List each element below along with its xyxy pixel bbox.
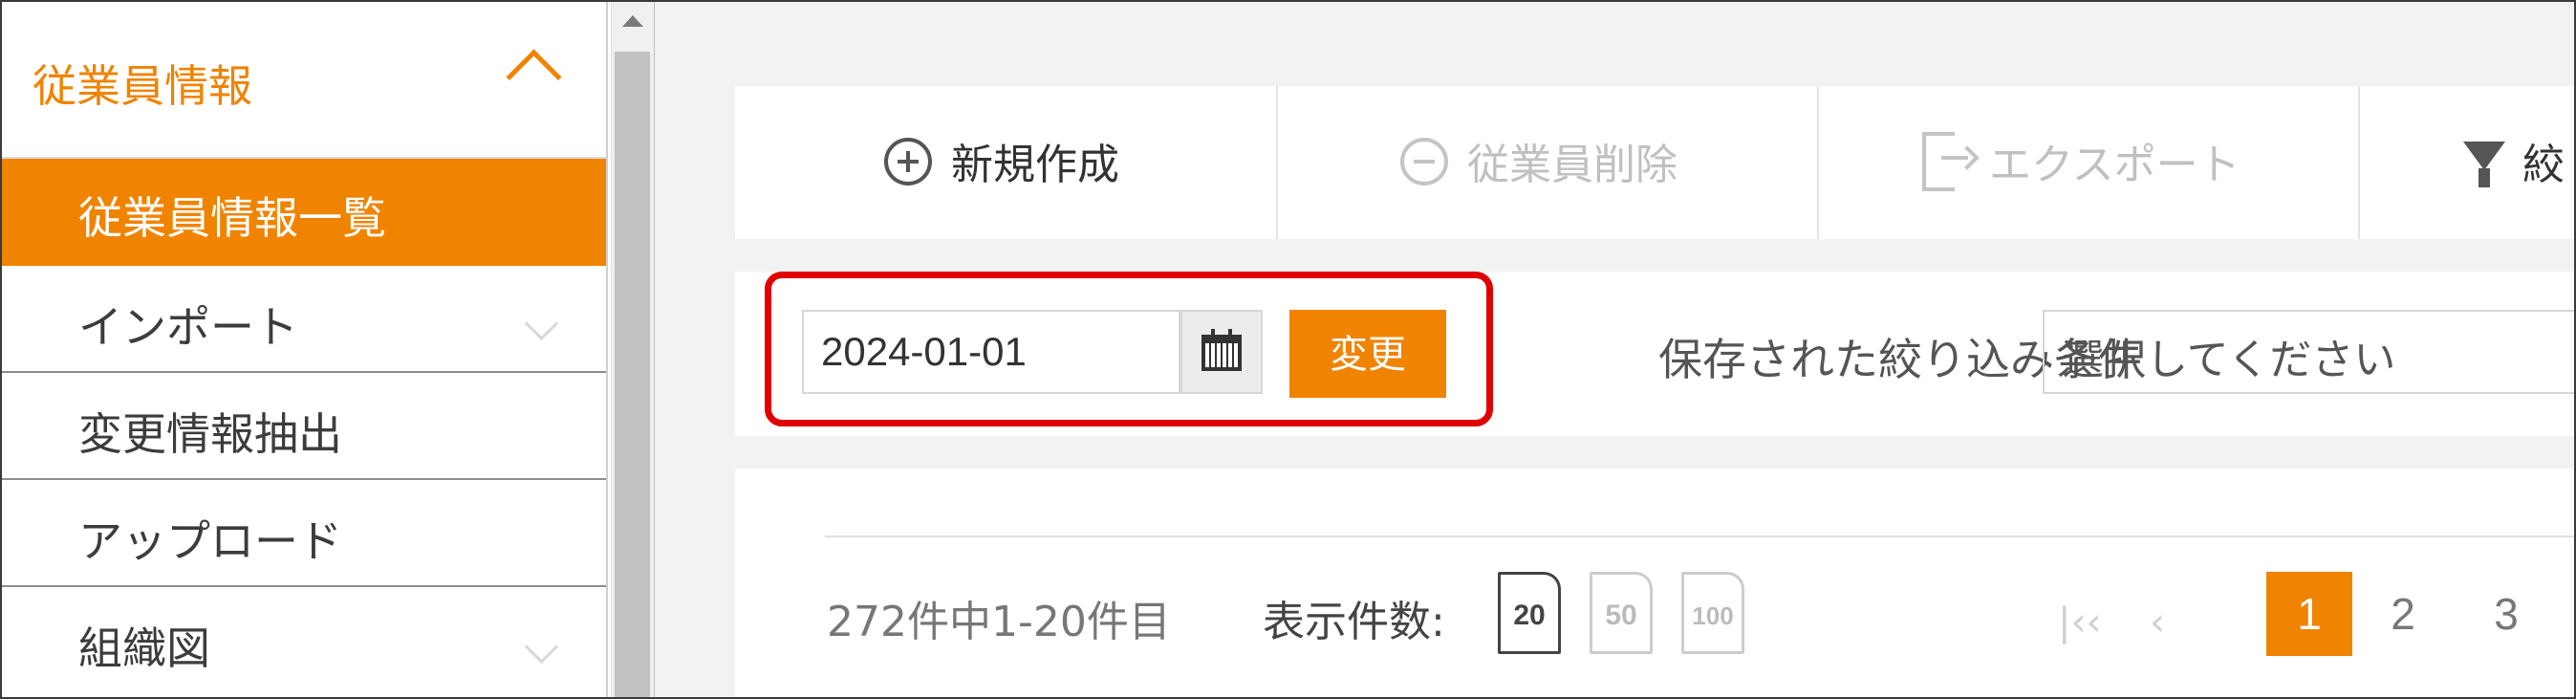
list-panel: 272件中1-20件目 表示件数: 20 50 100 |‹‹ ‹ 1 2 3 <box>735 469 2574 697</box>
chevron-down-icon <box>524 306 559 341</box>
plus-circle-icon <box>884 138 932 186</box>
chevron-down-icon <box>524 629 559 665</box>
divider <box>825 535 2574 537</box>
export-button-label: エクスポート <box>1989 141 2240 189</box>
filter-button-label: 絞 <box>2522 141 2565 189</box>
sidebar-item-org-chart[interactable]: 組織図 <box>2 587 606 692</box>
app-frame: 従業員情報 従業員情報一覧 インポート 変更情報抽出 アップロード 組織図 新規… <box>0 0 2576 699</box>
page-3-button[interactable]: 3 <box>2463 572 2549 656</box>
sidebar-item-label: 従業員情報一覧 <box>78 192 386 244</box>
scroll-up-arrow-icon[interactable] <box>622 15 643 27</box>
sidebar-item-import[interactable]: インポート <box>2 266 606 373</box>
saved-filter-select[interactable]: 選択してください <box>2043 310 2574 394</box>
sidebar-section-employee-info[interactable]: 従業員情報 <box>2 2 606 159</box>
per-page-50-button[interactable]: 50 <box>1590 572 1653 654</box>
toolbar: 新規作成 従業員削除 エクスポート 絞 <box>735 86 2574 239</box>
delete-employee-button-label: 従業員削除 <box>1467 141 1678 189</box>
sidebar: 従業員情報 従業員情報一覧 インポート 変更情報抽出 アップロード 組織図 <box>2 2 608 697</box>
per-page-20-button[interactable]: 20 <box>1498 572 1561 654</box>
sidebar-item-label: 組織図 <box>78 623 210 674</box>
sidebar-item-change-extract[interactable]: 変更情報抽出 <box>2 373 606 480</box>
sidebar-item-label: アップロード <box>78 515 342 567</box>
filter-funnel-icon <box>2463 142 2505 187</box>
sidebar-section-label: 従業員情報 <box>32 60 252 112</box>
sidebar-item-label: インポート <box>78 301 298 353</box>
scroll-thumb[interactable] <box>615 52 650 697</box>
new-button[interactable]: 新規作成 <box>735 86 1278 239</box>
sidebar-item-employee-list[interactable]: 従業員情報一覧 <box>2 159 606 266</box>
prev-page-icon[interactable]: ‹ <box>2150 601 2165 644</box>
page-2-button[interactable]: 2 <box>2360 572 2446 656</box>
delete-employee-button[interactable]: 従業員削除 <box>1276 86 1819 239</box>
first-page-icon[interactable]: |‹‹ <box>2058 601 2101 644</box>
export-icon <box>1922 132 1980 191</box>
minus-circle-icon <box>1400 138 1448 186</box>
new-button-label: 新規作成 <box>951 141 1119 189</box>
export-button[interactable]: エクスポート <box>1817 86 2360 239</box>
sidebar-item-label: 変更情報抽出 <box>78 408 342 460</box>
highlight-box <box>765 272 1493 426</box>
record-count-text: 272件中1-20件目 <box>827 598 1171 646</box>
sidebar-item-upload[interactable]: アップロード <box>2 480 606 587</box>
per-page-label: 表示件数: <box>1263 598 1445 646</box>
sidebar-scrollbar[interactable] <box>611 2 656 697</box>
page-1-button[interactable]: 1 <box>2266 572 2352 656</box>
chevron-up-icon[interactable] <box>506 49 562 105</box>
filter-button[interactable]: 絞 <box>2358 86 2574 239</box>
per-page-100-button[interactable]: 100 <box>1681 572 1744 654</box>
